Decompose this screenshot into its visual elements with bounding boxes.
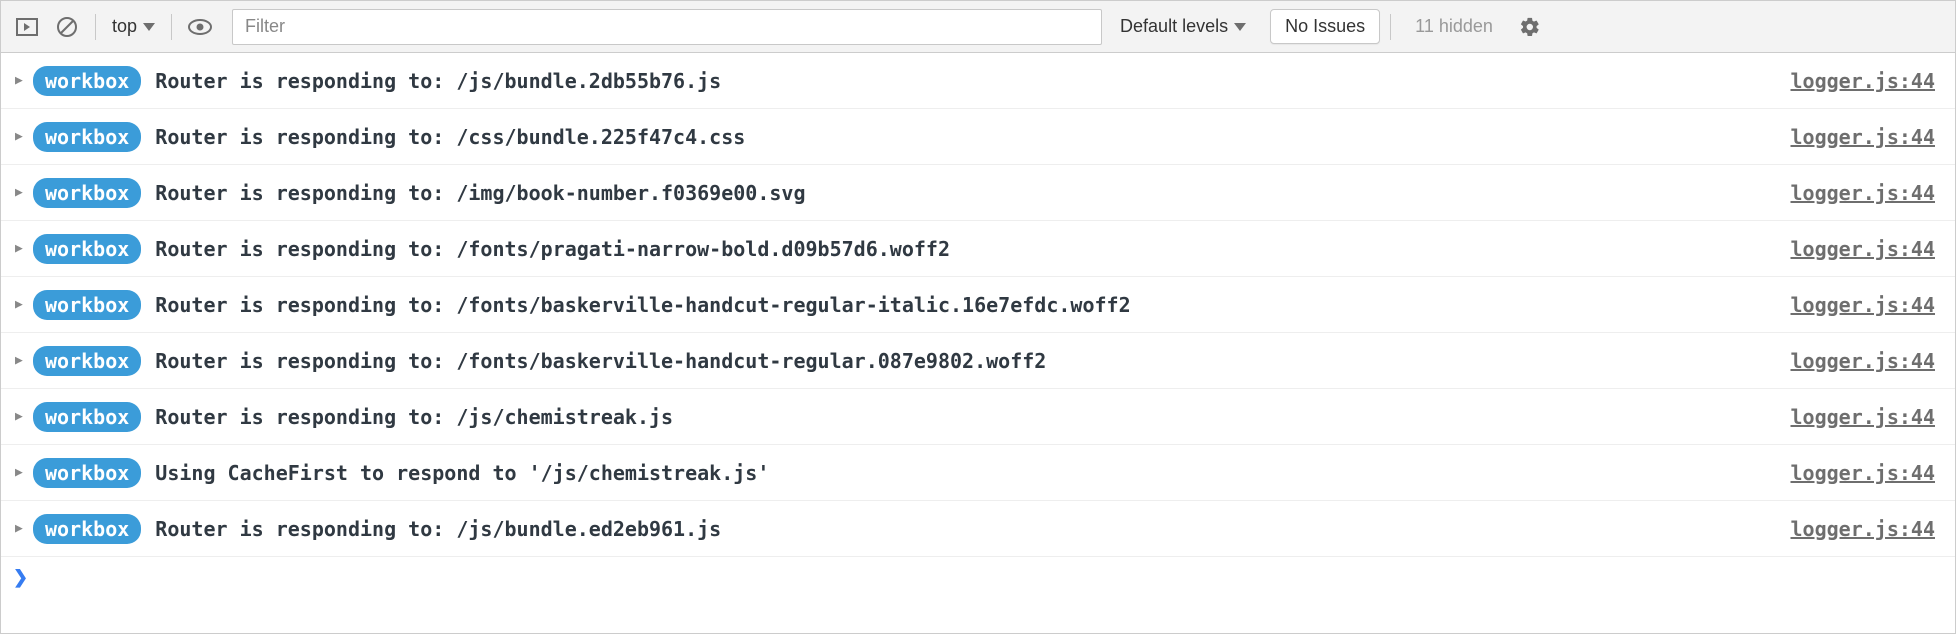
context-selector[interactable]: top (106, 16, 161, 37)
console-row: ▶workbox Router is responding to: /fonts/… (1, 277, 1955, 333)
workbox-badge: workbox (33, 346, 141, 376)
source-link[interactable]: logger.js:44 (1791, 517, 1936, 541)
workbox-badge: workbox (33, 402, 141, 432)
workbox-badge: workbox (33, 458, 141, 488)
workbox-badge: workbox (33, 122, 141, 152)
context-label: top (112, 16, 137, 37)
workbox-badge: workbox (33, 234, 141, 264)
expand-arrow-icon[interactable]: ▶ (15, 521, 33, 536)
log-message: Router is responding to: /css/bundle.225… (155, 125, 1790, 149)
source-link[interactable]: logger.js:44 (1791, 69, 1936, 93)
console-row: ▶workbox Router is responding to: /img/bo… (1, 165, 1955, 221)
chevron-down-icon (143, 23, 155, 31)
expand-arrow-icon[interactable]: ▶ (15, 353, 33, 368)
hidden-messages-link[interactable]: 11 hidden (1401, 16, 1507, 37)
console-row: ▶workbox Router is responding to: /js/bun… (1, 53, 1955, 109)
expand-arrow-icon[interactable]: ▶ (15, 241, 33, 256)
source-link[interactable]: logger.js:44 (1791, 293, 1936, 317)
source-link[interactable]: logger.js:44 (1791, 237, 1936, 261)
console-row: ▶workbox Router is responding to: /fonts/… (1, 333, 1955, 389)
expand-arrow-icon[interactable]: ▶ (15, 465, 33, 480)
separator (1390, 14, 1391, 40)
log-message: Router is responding to: /fonts/baskervi… (155, 293, 1790, 317)
workbox-badge: workbox (33, 290, 141, 320)
console-row: ▶workbox Using CacheFirst to respond to '… (1, 445, 1955, 501)
source-link[interactable]: logger.js:44 (1791, 125, 1936, 149)
live-expression-icon[interactable] (182, 9, 218, 45)
source-link[interactable]: logger.js:44 (1791, 181, 1936, 205)
log-message: Router is responding to: /img/book-numbe… (155, 181, 1790, 205)
log-message: Router is responding to: /fonts/baskervi… (155, 349, 1790, 373)
log-message: Using CacheFirst to respond to '/js/chem… (155, 461, 1790, 485)
issues-button[interactable]: No Issues (1270, 9, 1380, 44)
console-row: ▶workbox Router is responding to: /js/bun… (1, 501, 1955, 557)
separator (171, 14, 172, 40)
settings-icon[interactable] (1511, 16, 1549, 38)
console-toolbar: top Default levels No Issues 11 hidden (1, 1, 1955, 53)
source-link[interactable]: logger.js:44 (1791, 461, 1936, 485)
chevron-down-icon (1234, 23, 1246, 31)
clear-console-icon[interactable] (49, 9, 85, 45)
console-row: ▶workbox Router is responding to: /js/che… (1, 389, 1955, 445)
separator (95, 14, 96, 40)
expand-arrow-icon[interactable]: ▶ (15, 297, 33, 312)
log-message: Router is responding to: /fonts/pragati-… (155, 237, 1790, 261)
workbox-badge: workbox (33, 66, 141, 96)
console-row: ▶workbox Router is responding to: /fonts/… (1, 221, 1955, 277)
source-link[interactable]: logger.js:44 (1791, 349, 1936, 373)
expand-arrow-icon[interactable]: ▶ (15, 409, 33, 424)
console-row: ▶workbox Router is responding to: /css/bu… (1, 109, 1955, 165)
expand-arrow-icon[interactable]: ▶ (15, 185, 33, 200)
workbox-badge: workbox (33, 178, 141, 208)
expand-arrow-icon[interactable]: ▶ (15, 129, 33, 144)
toggle-sidebar-icon[interactable] (9, 9, 45, 45)
filter-input[interactable] (232, 9, 1102, 45)
console-messages: ▶workboxRouter is responding to: /js/bun… (1, 53, 1955, 557)
workbox-badge: workbox (33, 514, 141, 544)
source-link[interactable]: logger.js:44 (1791, 405, 1936, 429)
console-prompt[interactable]: ❯ (1, 557, 1955, 597)
levels-label: Default levels (1120, 16, 1228, 37)
log-levels-selector[interactable]: Default levels (1106, 16, 1260, 37)
log-message: Router is responding to: /js/bundle.ed2e… (155, 517, 1790, 541)
log-message: Router is responding to: /js/bundle.2db5… (155, 69, 1790, 93)
expand-arrow-icon[interactable]: ▶ (15, 73, 33, 88)
prompt-caret-icon: ❯ (13, 567, 28, 588)
log-message: Router is responding to: /js/chemistreak… (155, 405, 1790, 429)
